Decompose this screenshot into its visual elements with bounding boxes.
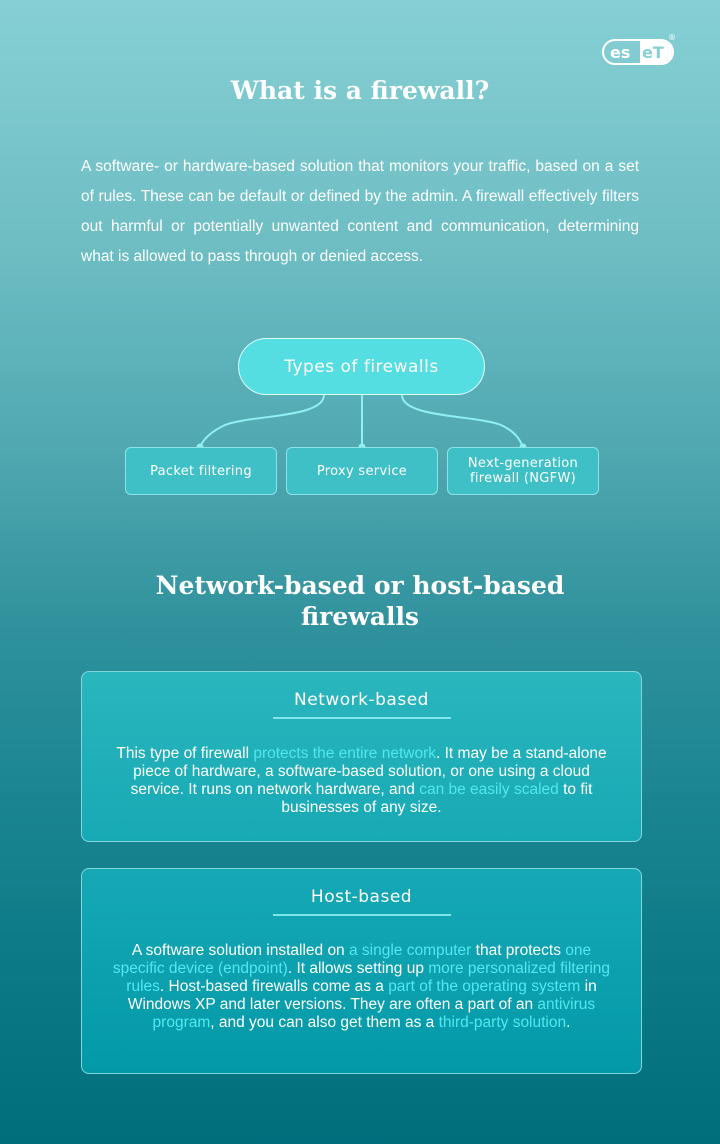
host-based-card: Host-based A software solution installed… (81, 868, 642, 1074)
network-based-body: This type of firewall protects the entir… (112, 745, 611, 817)
type-packet-filtering: Packet filtering (125, 447, 277, 495)
types-heading-pill: Types of firewalls (238, 338, 485, 395)
type-ngfw: Next-generation firewall (NGFW) (447, 447, 599, 495)
highlighted-phrase: part of the operating system (388, 978, 581, 995)
type-ngfw-line2: firewall (NGFW) (470, 471, 576, 486)
type-proxy-service: Proxy service (286, 447, 438, 495)
subtitle-line2: firewalls (300, 602, 420, 631)
body-text: that protects (471, 942, 566, 959)
section-subtitle: Network-based or host-based firewalls (0, 570, 720, 632)
body-text: . It allows setting up (287, 960, 429, 977)
connector-left (199, 394, 325, 448)
host-title-underline (273, 914, 451, 916)
highlighted-phrase: third-party solution (438, 1014, 567, 1031)
network-based-title: Network-based (294, 690, 429, 710)
network-based-card: Network-based This type of firewall prot… (81, 671, 642, 842)
body-text: A software solution installed on (131, 942, 349, 959)
highlighted-phrase: protects the entire network (253, 745, 436, 762)
types-connector-lines (196, 394, 527, 451)
highlighted-phrase: can be easily scaled (419, 781, 559, 798)
network-title-underline (273, 717, 451, 719)
subtitle-line1: Network-based or host-based (155, 571, 565, 600)
host-based-body: A software solution installed on a singl… (112, 942, 611, 1032)
body-text: , and you can also get them as a (210, 1014, 439, 1031)
type-ngfw-line1: Next-generation (467, 456, 579, 471)
connector-right (401, 394, 524, 448)
body-text: . Host-based firewalls come as a (159, 978, 389, 995)
body-text: This type of firewall (116, 745, 254, 762)
highlighted-phrase: a single computer (349, 942, 472, 959)
body-text: . (566, 1014, 571, 1031)
host-based-title: Host-based (310, 887, 413, 907)
